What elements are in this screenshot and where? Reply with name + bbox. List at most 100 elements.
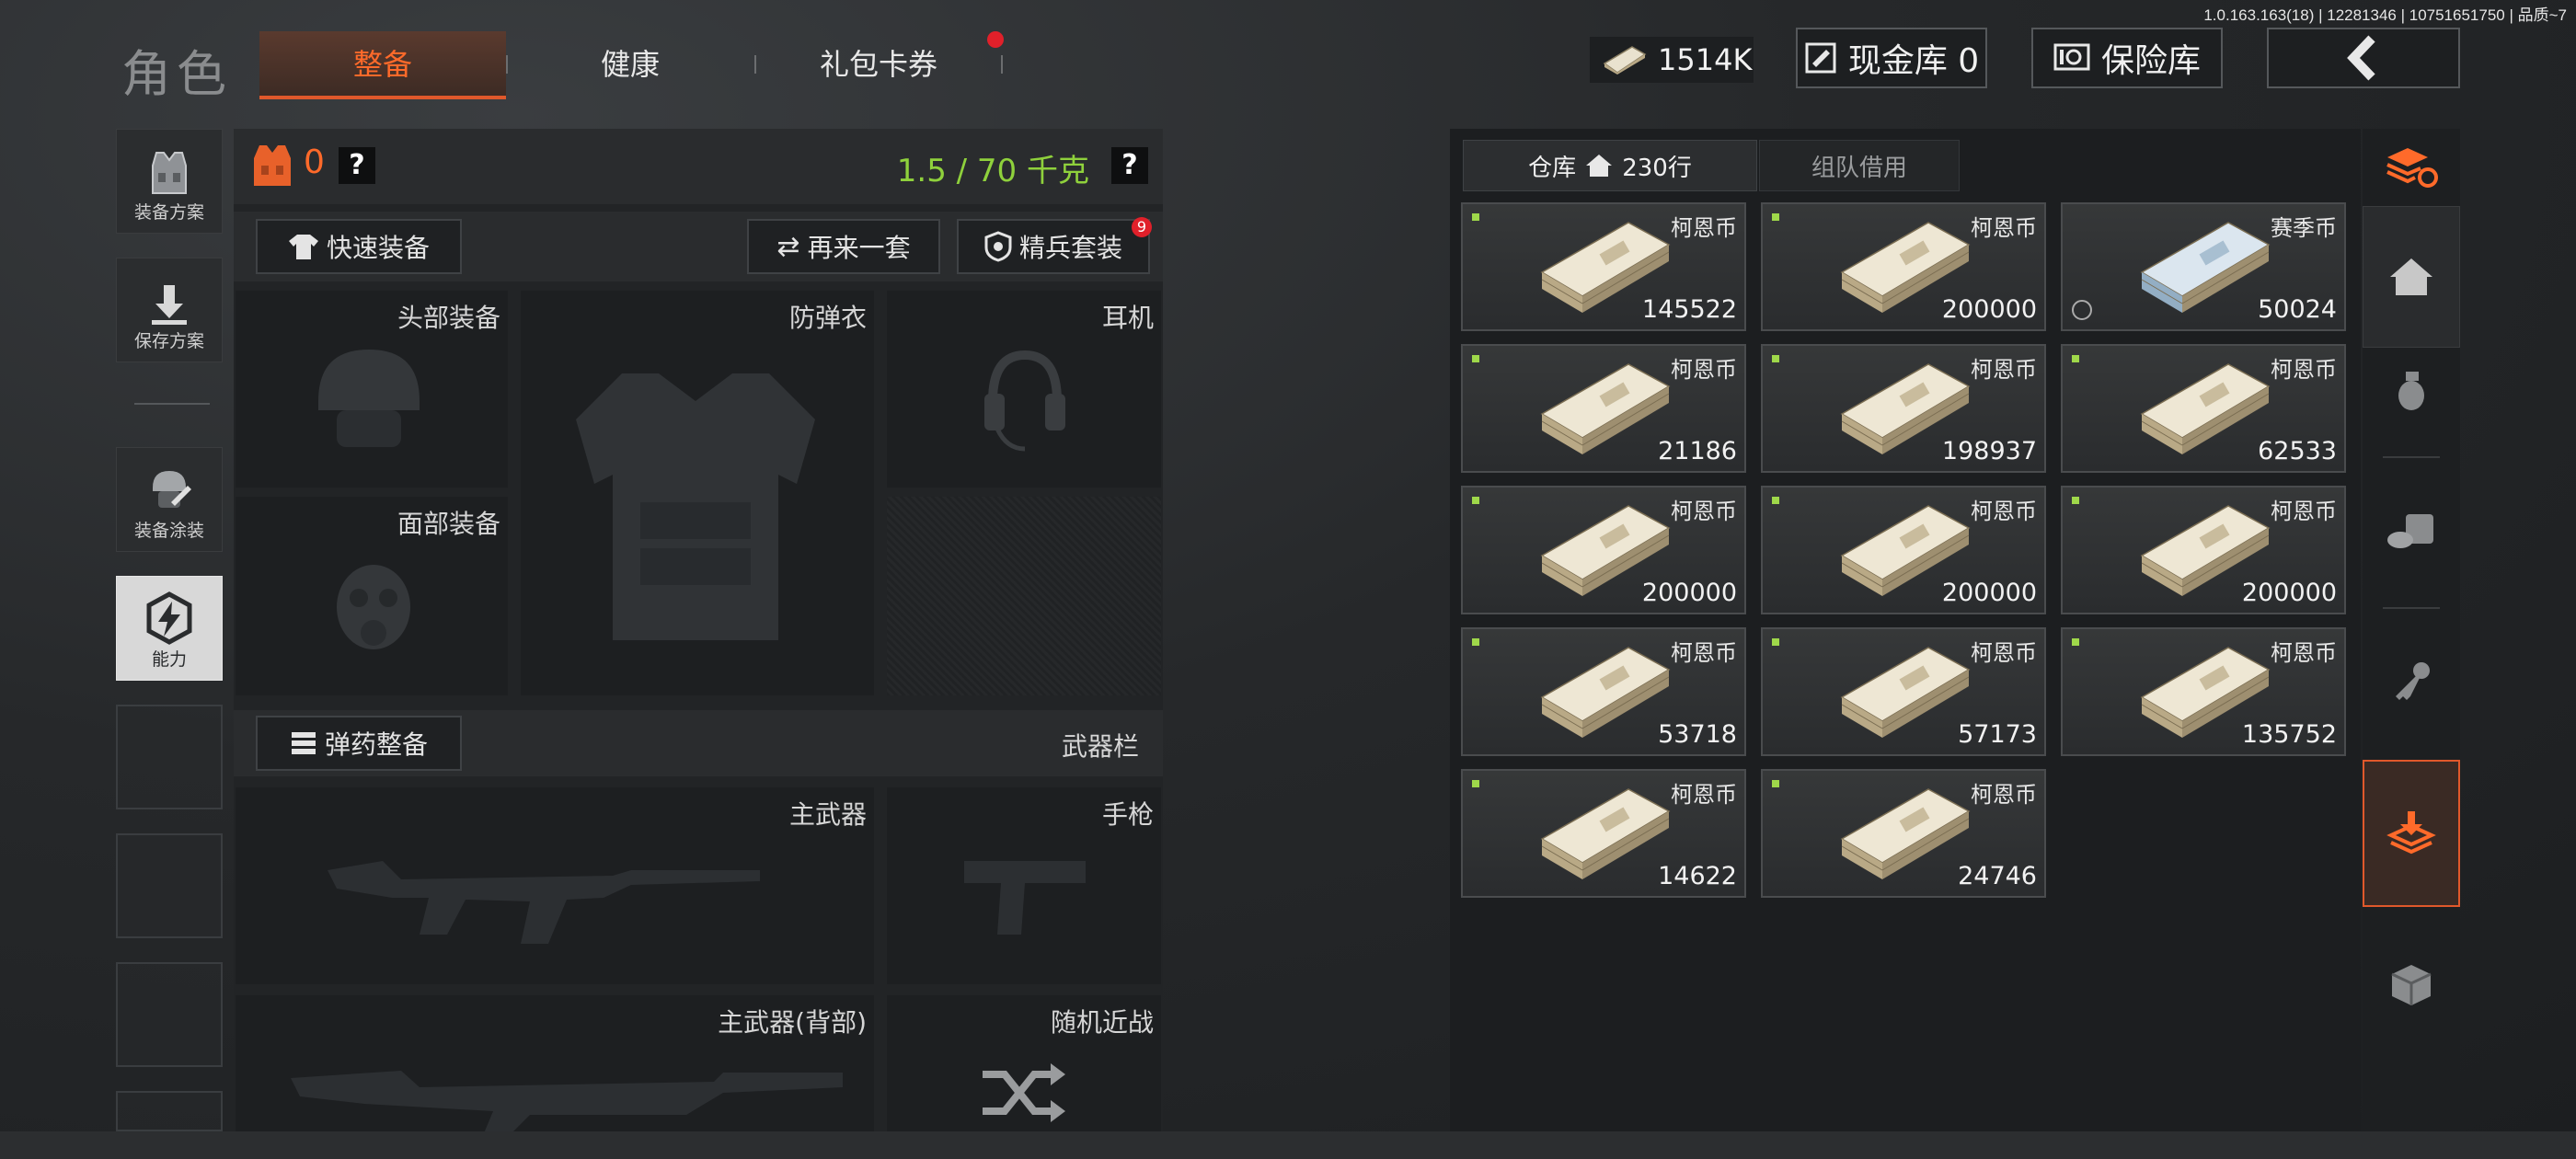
cash-vault-icon <box>1805 42 1836 74</box>
lightning-badge-icon <box>146 591 192 645</box>
item-count: 198937 <box>1941 437 2037 465</box>
sidebar-save-plan[interactable]: 保存方案 <box>116 258 223 362</box>
item-name: 柯恩币 <box>1671 640 1737 666</box>
coin-bundle-icon <box>1540 788 1671 879</box>
home-icon <box>1586 155 1613 177</box>
rifle-icon <box>328 861 760 944</box>
armor-help-button[interactable]: ? <box>339 147 375 184</box>
slot-label: 防弹衣 <box>788 303 867 333</box>
season-coin-bundle-icon <box>2140 222 2271 313</box>
new-item-indicator <box>1772 497 1779 504</box>
redo-loadout-button[interactable]: ⇄ 再来一套 <box>747 219 940 274</box>
rail-grenade[interactable] <box>2363 353 2460 427</box>
shuffle-icon <box>983 1063 1065 1122</box>
coin-bundle-icon <box>2140 363 2271 454</box>
sidebar-empty-slot <box>116 833 223 938</box>
stash-item-coin[interactable]: 柯恩币 198937 <box>1761 344 2046 473</box>
gas-mask-icon <box>337 565 410 649</box>
currency-display: 1514K <box>1590 37 1754 83</box>
item-name: 柯恩币 <box>1671 499 1737 524</box>
rail-stash-sort[interactable] <box>2363 131 2460 204</box>
armor-count: 0 <box>304 143 325 181</box>
tab-health[interactable]: 健康 <box>506 31 754 96</box>
item-count: 24746 <box>1958 862 2037 890</box>
pills-icon <box>2387 514 2433 548</box>
tab-divider <box>1001 55 1003 74</box>
primary-weapon-slot[interactable]: 主武器 <box>236 787 874 984</box>
weight-help-button[interactable]: ? <box>1111 147 1148 184</box>
weapon-bar-label: 武器栏 <box>1062 731 1140 762</box>
item-name: 柯恩币 <box>2271 499 2337 524</box>
headset-slot[interactable]: 耳机 <box>887 291 1161 488</box>
tab-gift-coupons[interactable]: 礼包卡券 <box>754 31 1003 96</box>
locked-slot <box>887 497 1161 695</box>
stash-item-coin[interactable]: 柯恩币 200000 <box>1761 486 2046 614</box>
stash-item-coin[interactable]: 柯恩币 200000 <box>1461 486 1746 614</box>
grenade-icon <box>2398 372 2424 410</box>
stash-item-coin[interactable]: 柯恩币 14622 <box>1461 769 1746 898</box>
cash-vault-button[interactable]: 现金库 0 <box>1796 28 1987 88</box>
item-count: 14622 <box>1658 862 1737 890</box>
coin-bundle-icon <box>1540 647 1671 738</box>
rail-container[interactable] <box>2363 947 2460 1021</box>
stash-item-season-coin[interactable]: 赛季币 50024 <box>2061 202 2346 331</box>
elite-kit-label: 精兵套装 <box>1018 233 1122 263</box>
tab-team-borrow[interactable]: 组队借用 <box>1759 140 1960 191</box>
rail-keys[interactable] <box>2363 644 2460 717</box>
stash-item-coin[interactable]: 柯恩币 53718 <box>1461 627 1746 756</box>
rail-home[interactable] <box>2363 206 2460 348</box>
ammo-equip-button[interactable]: 弹药整备 <box>256 716 462 771</box>
version-info: 1.0.163.163(18) | 12281346 | 10751651750… <box>2203 6 2567 24</box>
stash-item-coin[interactable]: 柯恩币 135752 <box>2061 627 2346 756</box>
new-item-indicator <box>1772 355 1779 362</box>
new-item-indicator <box>2072 497 2079 504</box>
new-item-indicator <box>1472 213 1479 221</box>
item-name: 柯恩币 <box>2271 640 2337 666</box>
stash-item-coin[interactable]: 柯恩币 200000 <box>2061 486 2346 614</box>
item-name: 柯恩币 <box>1971 782 2037 808</box>
stash-item-coin[interactable]: 柯恩币 21186 <box>1461 344 1746 473</box>
back-weapon-slot[interactable]: 主武器(背部) <box>236 995 874 1133</box>
armor-vest-icon <box>254 145 291 186</box>
stash-item-coin[interactable]: 柯恩币 62533 <box>2061 344 2346 473</box>
pistol-slot[interactable]: 手枪 <box>887 787 1161 984</box>
rail-stash-deposit[interactable] <box>2363 760 2460 907</box>
notification-dot <box>987 31 1004 48</box>
quick-equip-button[interactable]: 快速装备 <box>256 219 462 274</box>
body-armor-icon <box>576 373 815 640</box>
sidebar-equipment-skin[interactable]: 装备涂装 <box>116 447 223 552</box>
back-button[interactable] <box>2267 28 2460 88</box>
new-item-indicator <box>1772 638 1779 646</box>
safe-box-button[interactable]: 保险库 <box>2031 28 2223 88</box>
sidebar-label: 保存方案 <box>133 331 204 351</box>
stash-item-coin[interactable]: 柯恩币 200000 <box>1761 202 2046 331</box>
body-armor-slot[interactable]: 防弹衣 <box>521 291 874 695</box>
tab-loadout[interactable]: 整备 <box>259 31 506 99</box>
tab-warehouse[interactable]: 仓库 230行 <box>1463 140 1757 191</box>
stash-item-coin[interactable]: 柯恩币 145522 <box>1461 202 1746 331</box>
sidebar-label: 能力 <box>151 649 187 670</box>
sidebar-divider <box>134 403 210 405</box>
rifle-icon <box>291 1071 843 1133</box>
stash-item-coin[interactable]: 柯恩币 24746 <box>1761 769 2046 898</box>
face-gear-slot[interactable]: 面部装备 <box>236 497 508 695</box>
vest-icon <box>152 152 187 194</box>
new-item-indicator <box>1472 355 1479 362</box>
head-gear-slot[interactable]: 头部装备 <box>236 291 508 488</box>
item-name: 柯恩币 <box>1971 215 2037 241</box>
slot-label: 主武器 <box>788 799 867 830</box>
slot-label: 面部装备 <box>397 509 500 539</box>
new-item-indicator <box>2072 638 2079 646</box>
cube-icon <box>2391 965 2432 1005</box>
elite-kit-button[interactable]: 精兵套装 <box>957 219 1150 274</box>
new-item-indicator <box>2072 355 2079 362</box>
melee-slot[interactable]: 随机近战 <box>887 995 1161 1131</box>
stash-item-coin[interactable]: 柯恩币 57173 <box>1761 627 2046 756</box>
sidebar-loadout-plans[interactable]: 装备方案 <box>116 129 223 234</box>
loadout-header: 0 ? 1.5 / 70 千克 ? <box>234 129 1163 204</box>
sidebar-abilities[interactable]: 能力 <box>116 576 223 681</box>
helmet-icon <box>318 350 420 447</box>
slot-label: 手枪 <box>1101 799 1154 830</box>
rail-consumables[interactable] <box>2363 493 2460 567</box>
item-name: 柯恩币 <box>1671 357 1737 383</box>
